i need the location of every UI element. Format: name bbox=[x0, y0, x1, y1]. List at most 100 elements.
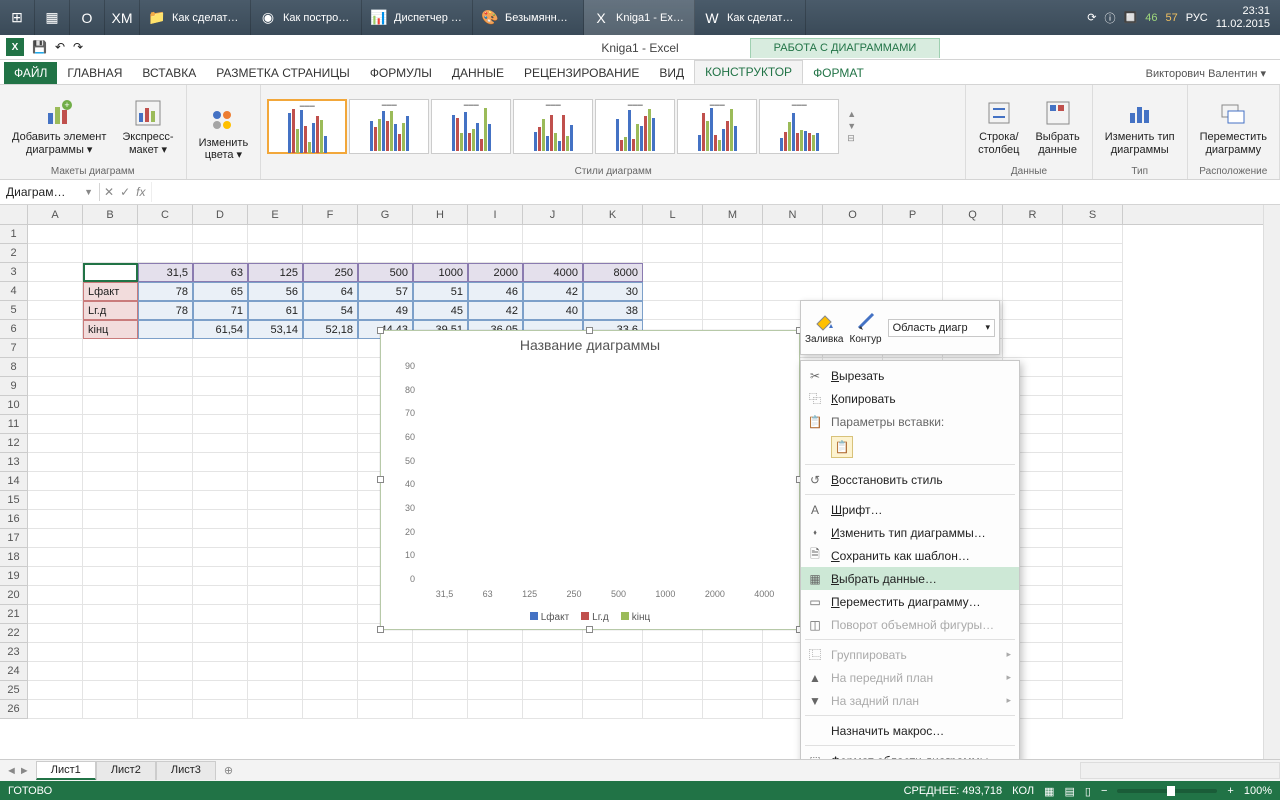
cell[interactable] bbox=[583, 681, 643, 700]
chart-style-thumb[interactable]: ▬▬▬ bbox=[677, 99, 757, 154]
cell[interactable] bbox=[468, 700, 523, 719]
chart-style-thumb[interactable]: ▬▬▬ bbox=[349, 99, 429, 154]
cell[interactable]: 45 bbox=[413, 301, 468, 320]
cell[interactable] bbox=[763, 225, 823, 244]
cell[interactable] bbox=[138, 225, 193, 244]
cell[interactable] bbox=[193, 377, 248, 396]
cell[interactable] bbox=[138, 358, 193, 377]
column-header[interactable]: P bbox=[883, 205, 943, 224]
cell[interactable] bbox=[28, 662, 83, 681]
cell[interactable] bbox=[703, 263, 763, 282]
cell[interactable] bbox=[28, 415, 83, 434]
cell[interactable] bbox=[303, 377, 358, 396]
row-header[interactable]: 9 bbox=[0, 377, 28, 396]
cell[interactable] bbox=[138, 624, 193, 643]
vertical-scrollbar[interactable] bbox=[1263, 205, 1280, 759]
column-header[interactable]: A bbox=[28, 205, 83, 224]
cell[interactable] bbox=[643, 681, 703, 700]
cell[interactable] bbox=[1063, 567, 1123, 586]
cell[interactable] bbox=[138, 643, 193, 662]
cell[interactable] bbox=[823, 244, 883, 263]
cell[interactable] bbox=[763, 244, 823, 263]
cell[interactable] bbox=[883, 244, 943, 263]
column-headers[interactable]: ABCDEFGHIJKLMNOPQRS bbox=[0, 205, 1280, 225]
taskbar-item[interactable]: ◉Как построи… bbox=[251, 0, 362, 35]
cell[interactable] bbox=[138, 548, 193, 567]
row-header[interactable]: 23 bbox=[0, 643, 28, 662]
column-header[interactable]: S bbox=[1063, 205, 1123, 224]
cell[interactable]: 61,54 bbox=[193, 320, 248, 339]
cell[interactable] bbox=[193, 434, 248, 453]
gallery-more-icon[interactable]: ⊟ bbox=[847, 133, 856, 144]
cell[interactable] bbox=[943, 225, 1003, 244]
cell[interactable]: 42 bbox=[523, 282, 583, 301]
chart-styles-gallery[interactable]: ▬▬▬▬▬▬▬▬▬▬▬▬▬▬▬▬▬▬▬▬▬ bbox=[267, 99, 839, 154]
chart-legend[interactable]: LфактLг.дkінц bbox=[381, 612, 799, 623]
cell[interactable] bbox=[248, 244, 303, 263]
cell[interactable] bbox=[303, 510, 358, 529]
sheet-nav-prev-icon[interactable]: ◄ bbox=[6, 765, 17, 777]
cell[interactable] bbox=[83, 225, 138, 244]
cell[interactable] bbox=[1003, 339, 1063, 358]
cell[interactable] bbox=[303, 662, 358, 681]
context-menu-item[interactable]: ▭Переместить диаграмму… bbox=[801, 590, 1019, 613]
cell[interactable] bbox=[248, 396, 303, 415]
cell[interactable] bbox=[1063, 225, 1123, 244]
context-menu-item[interactable]: AШрифт… bbox=[801, 498, 1019, 521]
cell[interactable] bbox=[763, 263, 823, 282]
cell[interactable] bbox=[1063, 282, 1123, 301]
cell[interactable] bbox=[303, 415, 358, 434]
cell[interactable] bbox=[83, 415, 138, 434]
chart-title[interactable]: Название диаграммы bbox=[381, 331, 799, 359]
cell[interactable] bbox=[1063, 700, 1123, 719]
row-header[interactable]: 13 bbox=[0, 453, 28, 472]
cell[interactable] bbox=[248, 624, 303, 643]
cell[interactable] bbox=[83, 472, 138, 491]
chart-plot-area[interactable] bbox=[421, 366, 789, 579]
cell[interactable] bbox=[248, 358, 303, 377]
cell[interactable] bbox=[358, 244, 413, 263]
cell[interactable] bbox=[138, 339, 193, 358]
cell[interactable] bbox=[468, 662, 523, 681]
ribbon-tab[interactable]: РЕЦЕНЗИРОВАНИЕ bbox=[514, 62, 649, 84]
ribbon-tab[interactable]: ГЛАВНАЯ bbox=[57, 62, 132, 84]
cell[interactable] bbox=[1063, 453, 1123, 472]
cell[interactable] bbox=[883, 282, 943, 301]
cell[interactable] bbox=[193, 586, 248, 605]
cell[interactable] bbox=[28, 567, 83, 586]
cell[interactable] bbox=[703, 225, 763, 244]
row-header[interactable]: 12 bbox=[0, 434, 28, 453]
zoom-slider[interactable] bbox=[1117, 789, 1217, 793]
cell[interactable]: 64 bbox=[303, 282, 358, 301]
context-menu-item[interactable]: ↺Восстановить стиль bbox=[801, 468, 1019, 491]
cell[interactable] bbox=[1063, 605, 1123, 624]
cell[interactable] bbox=[643, 643, 703, 662]
column-header[interactable]: G bbox=[358, 205, 413, 224]
cell[interactable]: 63 bbox=[193, 263, 248, 282]
taskbar-item[interactable]: XM bbox=[105, 0, 140, 35]
cell[interactable] bbox=[303, 624, 358, 643]
name-box[interactable]: Диаграм…▼ bbox=[0, 183, 100, 201]
cell[interactable]: 54 bbox=[303, 301, 358, 320]
cell[interactable] bbox=[193, 529, 248, 548]
cell[interactable] bbox=[28, 225, 83, 244]
context-menu-item[interactable]: ⿻Копировать bbox=[801, 387, 1019, 410]
cell[interactable] bbox=[943, 282, 1003, 301]
cell[interactable] bbox=[138, 320, 193, 339]
cell[interactable] bbox=[643, 700, 703, 719]
cell[interactable]: 53,14 bbox=[248, 320, 303, 339]
cell[interactable] bbox=[1063, 510, 1123, 529]
cell[interactable]: 71 bbox=[193, 301, 248, 320]
ribbon-tab[interactable]: РАЗМЕТКА СТРАНИЦЫ bbox=[206, 62, 360, 84]
cell[interactable] bbox=[28, 529, 83, 548]
cell[interactable] bbox=[303, 586, 358, 605]
cell[interactable] bbox=[823, 225, 883, 244]
paste-option-icon[interactable]: 📋 bbox=[831, 436, 853, 458]
cell[interactable]: 500 bbox=[358, 263, 413, 282]
cell[interactable] bbox=[138, 529, 193, 548]
cell[interactable] bbox=[28, 358, 83, 377]
row-header[interactable]: 25 bbox=[0, 681, 28, 700]
cell[interactable] bbox=[1063, 472, 1123, 491]
cell[interactable] bbox=[583, 643, 643, 662]
view-pagebreak-icon[interactable]: ▯ bbox=[1085, 785, 1091, 798]
